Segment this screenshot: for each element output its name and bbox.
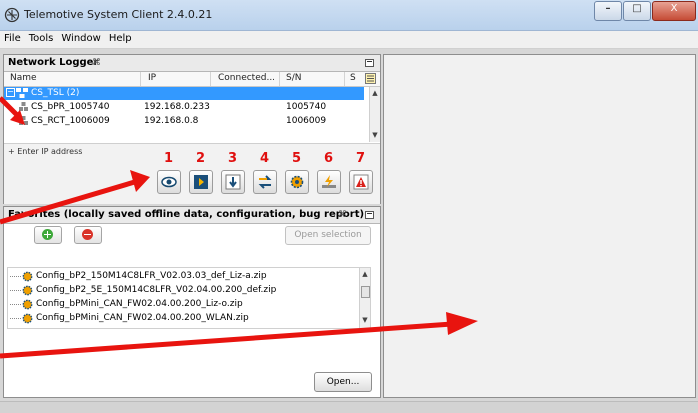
minus-icon <box>82 229 93 240</box>
swap-icon <box>258 175 272 189</box>
row-sn: 1006009 <box>286 116 327 126</box>
tree-row-logger[interactable]: CS_bPR_1005740 192.168.0.233 1005740 <box>4 101 364 114</box>
favorites-title: Favorites (locally saved offline data, c… <box>8 209 365 220</box>
favorites-panel: Favorites (locally saved offline data, c… <box>3 206 381 398</box>
column-chooser-icon[interactable] <box>365 73 376 84</box>
plus-icon <box>42 229 53 240</box>
row-name: CS_RCT_1006009 <box>31 116 110 126</box>
minimize-button[interactable]: – <box>594 1 622 21</box>
label-6: 6 <box>324 151 334 166</box>
col-s[interactable]: S <box>350 73 356 83</box>
gear-icon <box>22 313 33 324</box>
table-header: Name IP Connected... S/N S <box>4 72 380 87</box>
swap-button[interactable] <box>253 170 277 194</box>
gear-icon <box>22 271 33 282</box>
content-panel <box>383 54 696 398</box>
warning-icon <box>353 174 369 190</box>
scroll-down-icon[interactable]: ▼ <box>360 316 370 324</box>
app-logo-icon <box>4 7 20 23</box>
open-button[interactable]: Open... <box>314 372 372 392</box>
gear-icon <box>22 285 33 296</box>
list-item[interactable]: Config_bP2_150M14C8LFR_V02.03.03_def_Liz… <box>8 270 358 283</box>
logger-toolbar: + Enter IP address 1 2 3 4 5 6 7 <box>4 143 380 204</box>
list-item[interactable]: Config_bP2_5E_150M14C8LFR_V02.04.00.200_… <box>8 284 358 297</box>
logger-icon <box>19 116 28 125</box>
settings-button[interactable] <box>285 170 309 194</box>
flash-button[interactable] <box>317 170 341 194</box>
label-2: 2 <box>196 151 206 166</box>
gear-icon <box>22 299 33 310</box>
favorite-filename: Config_bPMini_CAN_FW02.04.00.200_Liz-o.z… <box>36 299 243 309</box>
menu-bar: File Tools Window Help <box>0 31 698 49</box>
workspace: Network Logger ⌘ Name IP Connected... S/… <box>0 49 698 401</box>
row-name: CS_bPR_1005740 <box>31 102 110 112</box>
network-logger-panel: Network Logger ⌘ Name IP Connected... S/… <box>3 54 381 204</box>
menu-tools[interactable]: Tools <box>25 31 58 48</box>
row-ip: 192.168.0.233 <box>144 102 210 112</box>
col-sn[interactable]: S/N <box>286 73 301 83</box>
maximize-icon: □ <box>632 3 642 14</box>
col-name[interactable]: Name <box>10 73 37 83</box>
status-bar <box>0 401 698 413</box>
play-button[interactable] <box>189 170 213 194</box>
menu-file[interactable]: File <box>0 31 25 48</box>
add-favorite-button[interactable] <box>34 226 62 244</box>
label-5: 5 <box>292 151 302 166</box>
label-4: 4 <box>260 151 270 166</box>
network-group-icon <box>16 88 28 98</box>
network-logger-title: Network Logger <box>8 57 99 68</box>
maximize-button[interactable]: □ <box>623 1 651 21</box>
eye-icon <box>161 176 177 188</box>
label-7: 7 <box>356 151 366 166</box>
favorites-header: Favorites (locally saved offline data, c… <box>4 207 380 224</box>
favorite-filename: Config_bPMini_CAN_FW02.04.00.200_WLAN.zi… <box>36 313 249 323</box>
network-logger-header: Network Logger ⌘ <box>4 55 380 72</box>
label-3: 3 <box>228 151 238 166</box>
list-item[interactable]: Config_bPMini_CAN_FW02.04.00.200_Liz-o.z… <box>8 298 358 311</box>
minimize-icon: – <box>605 3 611 14</box>
remove-favorite-button[interactable] <box>74 226 102 244</box>
favorite-filename: Config_bP2_5E_150M14C8LFR_V02.04.00.200_… <box>36 285 277 295</box>
favorite-filename: Config_bP2_150M14C8LFR_V02.03.03_def_Liz… <box>36 271 267 281</box>
enter-ip-link[interactable]: + Enter IP address <box>8 147 82 156</box>
col-connected[interactable]: Connected... <box>218 73 275 83</box>
download-button[interactable] <box>221 170 245 194</box>
col-ip[interactable]: IP <box>148 73 156 83</box>
gear-icon <box>290 175 304 189</box>
table-scrollbar[interactable]: ▲ ▼ <box>369 87 380 142</box>
expand-icon[interactable]: − <box>6 88 15 97</box>
list-item[interactable]: Config_bPMini_CAN_FW02.04.00.200_WLAN.zi… <box>8 312 358 325</box>
row-name: CS_TSL (2) <box>31 88 80 98</box>
row-sn: 1005740 <box>286 102 327 112</box>
favorites-scrollbar[interactable]: ▲ ▼ <box>359 268 370 328</box>
menu-help[interactable]: Help <box>105 31 136 48</box>
tree-row-group[interactable]: − CS_TSL (2) <box>4 87 364 100</box>
play-icon <box>194 175 208 189</box>
row-ip: 192.168.0.8 <box>144 116 199 126</box>
minimize-panel-icon[interactable] <box>365 211 374 219</box>
scroll-thumb[interactable] <box>361 286 370 298</box>
close-icon: X <box>670 3 678 14</box>
window-title: Telemotive System Client 2.4.0.21 <box>24 8 213 21</box>
menu-window[interactable]: Window <box>57 31 104 48</box>
flash-icon <box>322 175 336 188</box>
view-button[interactable] <box>157 170 181 194</box>
tree-row-logger[interactable]: CS_RCT_1006009 192.168.0.8 1006009 <box>4 115 364 128</box>
scroll-up-icon[interactable]: ▲ <box>360 270 370 278</box>
scroll-up-icon[interactable]: ▲ <box>370 89 380 97</box>
title-bar: Telemotive System Client 2.4.0.21 – □ X <box>0 0 698 31</box>
favorites-list: Config_bP2_150M14C8LFR_V02.03.03_def_Liz… <box>7 267 371 329</box>
close-button[interactable]: X <box>652 1 696 21</box>
logger-icon <box>19 102 28 111</box>
close-tab-icon[interactable]: ⌘ <box>338 210 347 220</box>
open-selection-button[interactable]: Open selection <box>285 226 371 245</box>
close-tab-icon[interactable]: ⌘ <box>92 58 101 68</box>
label-1: 1 <box>164 151 174 166</box>
download-icon <box>225 174 241 190</box>
scroll-down-icon[interactable]: ▼ <box>370 131 380 139</box>
minimize-panel-icon[interactable] <box>365 59 374 67</box>
bug-report-button[interactable] <box>349 170 373 194</box>
